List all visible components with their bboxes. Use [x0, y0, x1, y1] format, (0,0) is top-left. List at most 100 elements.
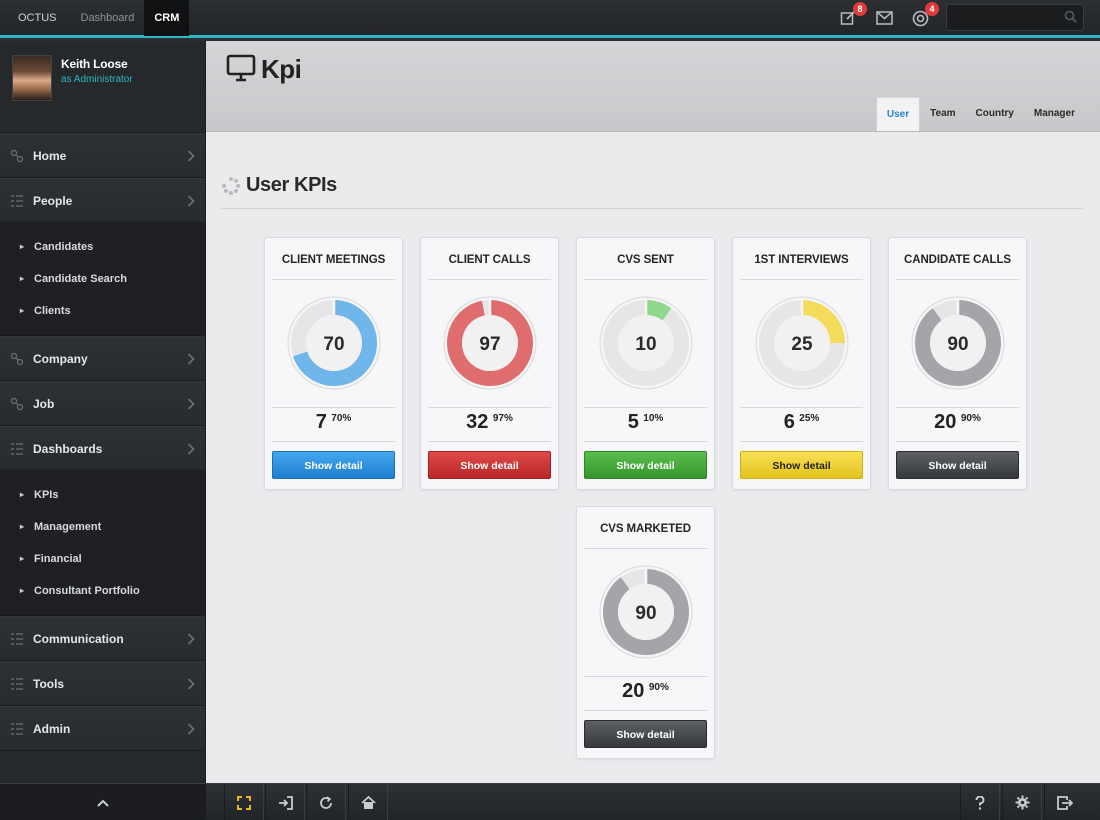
sidebar-subitem-candidates[interactable]: Candidates [0, 231, 205, 263]
card-divider [740, 407, 863, 408]
card-divider [896, 279, 1019, 280]
collapse-sidebar-button[interactable] [0, 784, 206, 820]
page-title: Kpi [261, 54, 302, 84]
show-detail-button[interactable]: Show detail [272, 451, 395, 479]
kpi-stat: 20 90% [577, 680, 714, 703]
tab-country[interactable]: Country [966, 97, 1024, 131]
chevron-up-icon [97, 799, 109, 807]
avatar[interactable] [12, 55, 52, 101]
login-button[interactable] [265, 784, 305, 820]
chevron-right-icon [187, 723, 195, 735]
fullscreen-button[interactable] [224, 784, 264, 820]
tab-team[interactable]: Team [920, 97, 965, 131]
sidebar-item-admin[interactable]: Admin [0, 706, 205, 751]
sidebar-subitem-clients[interactable]: Clients [0, 295, 205, 327]
sidebar-item-label: Tools [33, 677, 65, 691]
sidebar-item-dashboards[interactable]: Dashboards [0, 426, 205, 471]
search-icon[interactable] [1064, 10, 1077, 23]
page-header: Kpi User Team Country Manager [206, 41, 1100, 132]
mail-button[interactable] [874, 8, 894, 28]
card-divider [740, 441, 863, 442]
sidebar-item-company[interactable]: Company [0, 336, 205, 381]
kpi-donut: 70 [287, 296, 381, 390]
bottom-bar [0, 783, 1100, 820]
people-submenu: Candidates Candidate Search Clients [0, 223, 205, 336]
logout-icon [1056, 795, 1073, 810]
kpi-stat: 5 10% [577, 411, 714, 434]
brand-link[interactable]: OCTUS [0, 0, 71, 36]
donut-center-label: 70 [323, 334, 344, 355]
show-detail-button[interactable]: Show detail [740, 451, 863, 479]
kpi-donut: 25 [755, 296, 849, 390]
kpi-count: 7 [315, 411, 327, 433]
loading-spinner-icon [222, 177, 240, 195]
sidebar-item-label: Company [33, 352, 88, 366]
kpi-title: CANDIDATE CALLS [904, 254, 1011, 266]
sidebar-item-label: Dashboards [33, 442, 103, 456]
nav-crm[interactable]: CRM [144, 0, 190, 36]
sidebar-subitem-management[interactable]: Management [0, 511, 205, 543]
kpi-donut: 90 [599, 565, 693, 659]
show-detail-button[interactable]: Show detail [896, 451, 1019, 479]
kpi-donut: 97 [443, 296, 537, 390]
sidebar-item-people[interactable]: People [0, 178, 205, 223]
help-button[interactable] [960, 784, 1000, 820]
kpi-title: CLIENT CALLS [448, 254, 531, 266]
edit-notifications-button[interactable]: 8 [838, 2, 867, 28]
chevron-right-icon [187, 633, 195, 645]
kpi-card-cvs-marketed: CVS MARKETED 90 20 90% Show detail [576, 506, 715, 759]
card-divider [272, 279, 395, 280]
kpi-donut: 90 [911, 296, 1005, 390]
sidebar-subitem-candidate-search[interactable]: Candidate Search [0, 263, 205, 295]
card-divider [272, 407, 395, 408]
settings-button[interactable] [1002, 784, 1042, 820]
show-detail-button[interactable]: Show detail [428, 451, 551, 479]
refresh-button[interactable] [306, 784, 346, 820]
user-name[interactable]: Keith Loose [61, 57, 128, 71]
donut-value-arc [645, 300, 672, 321]
sidebar-subitem-consultant-portfolio[interactable]: Consultant Portfolio [0, 575, 205, 607]
home-button[interactable] [348, 784, 388, 820]
card-divider [584, 407, 707, 408]
kpi-percent: 90% [648, 682, 669, 693]
support-button[interactable]: 4 [910, 2, 939, 28]
kpi-title: CLIENT MEETINGS [281, 254, 386, 266]
view-tabs: User Team Country Manager [875, 97, 1085, 131]
kpi-title: 1ST INTERVIEWS [754, 254, 849, 266]
sidebar-item-job[interactable]: Job [0, 381, 205, 426]
search-input[interactable] [947, 5, 1057, 30]
kpi-title: CVS SENT [617, 254, 674, 266]
edit-badge: 8 [853, 2, 867, 16]
chevron-right-icon [187, 195, 195, 207]
nav-dashboard[interactable]: Dashboard [71, 0, 145, 36]
mail-icon [875, 11, 893, 25]
support-badge: 4 [925, 2, 939, 16]
chevron-right-icon [187, 443, 195, 455]
list-tree-icon [11, 633, 23, 645]
tab-manager[interactable]: Manager [1024, 97, 1085, 131]
sidebar-item-home[interactable]: Home [0, 133, 205, 178]
kpi-card-client-calls: CLIENT CALLS 97 32 97% Show detail [420, 237, 559, 490]
sidebar-subitem-kpis[interactable]: KPIs [0, 479, 205, 511]
sidebar-item-tools[interactable]: Tools [0, 661, 205, 706]
section-title: User KPIs [246, 174, 337, 196]
question-icon [975, 795, 985, 810]
card-divider [584, 710, 707, 711]
show-detail-button[interactable]: Show detail [584, 720, 707, 748]
logout-button[interactable] [1044, 784, 1084, 820]
donut-center-label: 90 [947, 334, 968, 355]
kpi-stat: 32 97% [421, 411, 558, 434]
sidebar-subitem-financial[interactable]: Financial [0, 543, 205, 575]
card-divider [740, 279, 863, 280]
tab-user[interactable]: User [875, 97, 921, 131]
sidebar-item-label: Job [33, 397, 55, 411]
monitor-icon [226, 54, 256, 82]
link-icon [10, 397, 24, 411]
sidebar-item-communication[interactable]: Communication [0, 616, 205, 661]
sign-in-icon [278, 795, 293, 810]
show-detail-button[interactable]: Show detail [584, 451, 707, 479]
kpi-card-candidate-calls: CANDIDATE CALLS 90 20 90% Show detail [888, 237, 1027, 490]
kpi-count: 5 [627, 411, 639, 433]
main-content: Kpi User Team Country Manager User KPIs … [206, 41, 1100, 783]
card-divider [584, 548, 707, 549]
